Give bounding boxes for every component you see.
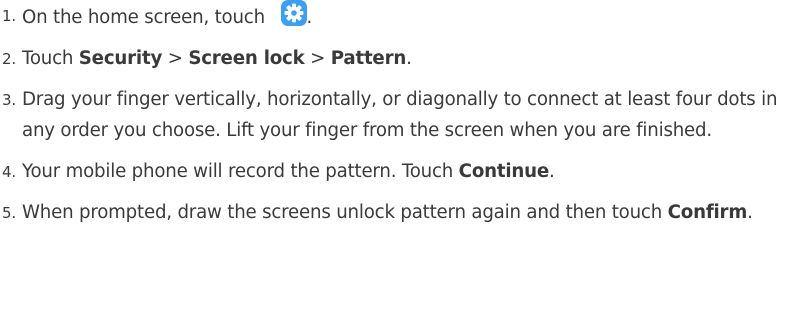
step-number: 4. bbox=[2, 163, 16, 181]
step-3: 3. Drag your finger vertically, horizont… bbox=[2, 84, 792, 146]
confirm-label: Confirm bbox=[667, 202, 748, 223]
step-text: Touch bbox=[22, 48, 79, 69]
menu-item-security: Security bbox=[78, 48, 163, 69]
separator: > bbox=[162, 48, 189, 69]
step-text-end: . bbox=[306, 7, 313, 28]
step-text: Your mobile phone will record the patter… bbox=[22, 161, 459, 182]
step-number: 5. bbox=[2, 204, 16, 222]
settings-gear-icon bbox=[280, 0, 307, 26]
step-4: 4. Your mobile phone will record the pat… bbox=[2, 156, 792, 187]
step-2: 2. Touch Security > Screen lock > Patter… bbox=[2, 43, 792, 74]
step-number: 3. bbox=[2, 91, 16, 109]
step-number: 2. bbox=[2, 50, 16, 68]
step-1: 1. On the home screen, touch . bbox=[2, 0, 792, 33]
step-text: When prompted, draw the screens unlock p… bbox=[22, 202, 668, 223]
menu-item-pattern: Pattern bbox=[330, 48, 407, 69]
menu-item-screen-lock: Screen lock bbox=[188, 48, 305, 69]
step-text-end: . bbox=[549, 161, 555, 182]
step-5: 5. When prompted, draw the screens unloc… bbox=[2, 197, 792, 228]
step-text-end: . bbox=[406, 48, 412, 69]
separator: > bbox=[304, 48, 331, 69]
step-text-end: . bbox=[747, 202, 753, 223]
continue-label: Continue bbox=[458, 161, 550, 182]
step-text: On the home screen, touch bbox=[22, 7, 265, 28]
step-text: Drag your finger vertically, horizontall… bbox=[22, 89, 778, 141]
step-number: 1. bbox=[2, 7, 16, 25]
instruction-steps: 1. On the home screen, touch . 2. Touch … bbox=[2, 0, 792, 238]
